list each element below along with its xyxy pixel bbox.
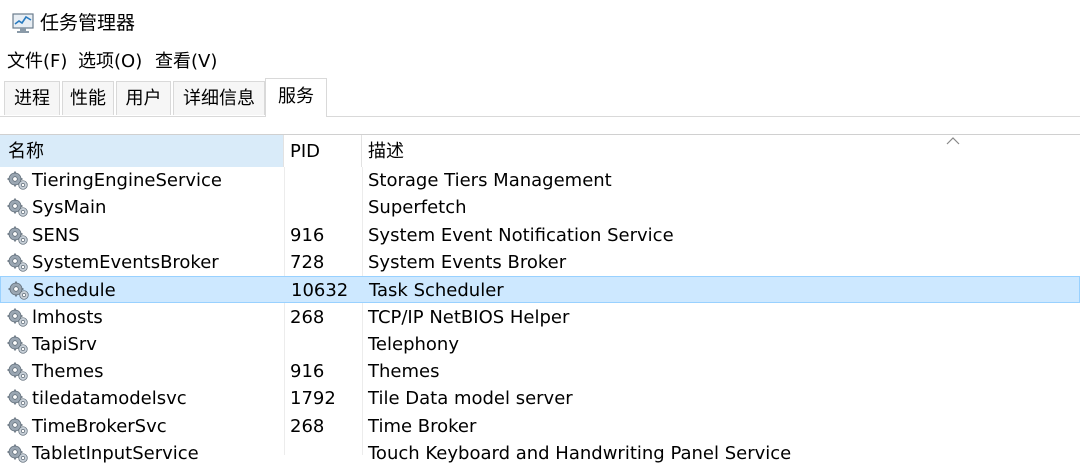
service-description: Themes [368,361,440,383]
table-row[interactable]: Themes 916 Themes [0,358,1080,385]
service-pid: 1792 [290,388,336,410]
service-name: lmhosts [32,306,103,328]
table-header: 名称 PID 描述 [0,135,1080,167]
gear-icon [6,307,30,329]
tab-divider [0,116,1080,117]
table-row[interactable]: TieringEngineService Storage Tiers Manage… [0,167,1080,194]
service-pid: 728 [290,251,325,273]
table-row[interactable]: SysMain Superfetch [0,194,1080,221]
service-pid: 10632 [291,280,349,302]
window-title: 任务管理器 [40,12,136,34]
service-description: System Events Broker [368,251,567,273]
service-description: Superfetch [368,197,467,219]
service-name: Themes [32,361,104,383]
table-row[interactable]: TabletInputService Touch Keyboard and Han… [0,440,1080,467]
column-header-description[interactable]: 描述 [362,135,1080,167]
menu-options[interactable]: 选项(O) [78,50,142,74]
service-description: TCP/IP NetBIOS Helper [368,306,570,328]
gear-icon [6,334,30,356]
table-row[interactable]: lmhosts 268 TCP/IP NetBIOS Helper [0,304,1080,331]
service-name: TapiSrv [32,333,97,355]
service-name: TimeBrokerSvc [32,415,167,437]
sort-up-icon [946,137,960,145]
column-header-pid[interactable]: PID [284,135,362,167]
tab-services[interactable]: 服务 [265,78,327,117]
service-pid: 916 [290,224,325,246]
title-bar: 任务管理器 [0,0,1080,46]
service-name: TieringEngineService [32,170,222,191]
service-description: Telephony [368,333,459,355]
tab-details[interactable]: 详细信息 [173,81,265,115]
service-description: Task Scheduler [369,280,504,302]
gear-icon [6,225,30,247]
gear-icon [6,361,30,383]
service-name: SystemEventsBroker [32,251,219,273]
tab-processes[interactable]: 进程 [4,81,60,115]
service-pid: 268 [290,415,325,437]
service-name: SysMain [32,197,107,219]
gear-icon [6,443,30,465]
table-row[interactable]: tiledatamodelsvc 1792 Tile Data model serv… [0,385,1080,412]
gear-icon [6,416,30,438]
column-header-name[interactable]: 名称 [0,135,284,167]
menu-bar: 文件(F) 选项(O) 查看(V) [0,46,1080,76]
gear-icon [7,280,31,302]
table-row[interactable]: TapiSrv Telephony [0,331,1080,358]
service-name: SENS [32,224,80,246]
table-row[interactable]: SENS 916 System Event Notification Service [0,222,1080,249]
task-manager-icon [12,13,34,33]
gear-icon [6,388,30,410]
service-name: tiledatamodelsvc [32,388,187,410]
menu-view[interactable]: 查看(V) [155,50,217,74]
table-row[interactable]: SystemEventsBroker 728 System Events Broke… [0,249,1080,276]
table-row[interactable]: TimeBrokerSvc 268 Time Broker [0,413,1080,440]
menu-file[interactable]: 文件(F) [7,50,67,74]
service-pid: 916 [290,361,325,383]
gear-icon [6,252,30,274]
service-description: Time Broker [368,415,477,437]
service-name: TabletInputService [32,443,199,464]
table-row[interactable]: Schedule 10632 Task Scheduler [0,276,1080,304]
service-description: Touch Keyboard and Handwriting Panel Ser… [368,443,792,464]
service-pid: 268 [290,306,325,328]
service-description: System Event Notification Service [368,224,674,246]
service-name: Schedule [33,280,116,302]
service-description: Storage Tiers Management [368,170,612,191]
gear-icon [6,197,30,219]
gear-icon [6,170,30,192]
service-description: Tile Data model server [368,388,573,410]
tab-performance[interactable]: 性能 [62,81,114,115]
tab-users[interactable]: 用户 [116,81,171,115]
